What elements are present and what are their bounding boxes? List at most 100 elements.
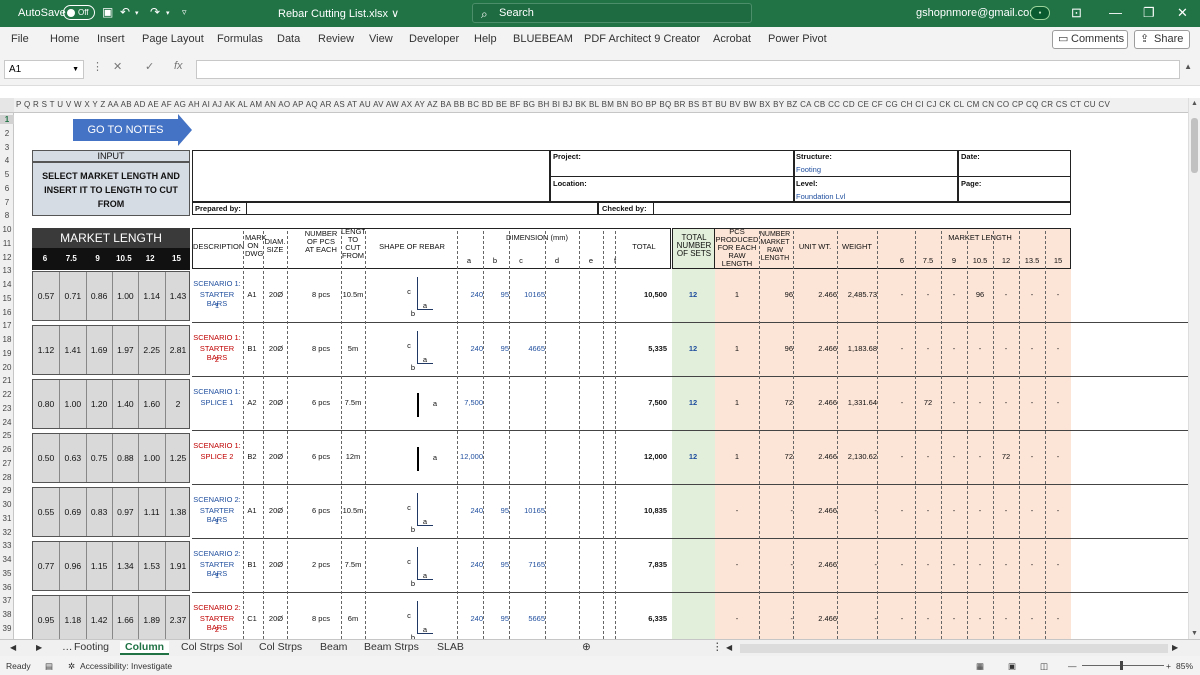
scenario-index[interactable]: 1 [192, 517, 242, 526]
market-length-cell[interactable]: - [993, 398, 1019, 407]
ratio-cell[interactable]: 0.55 [33, 488, 59, 536]
unit-wt-cell[interactable]: 2.466 [793, 344, 837, 353]
tab-help[interactable]: Help [474, 33, 497, 45]
weight-cell[interactable]: - [837, 506, 878, 515]
length-cell[interactable]: 7.5m [341, 398, 365, 407]
ratio-cell[interactable]: 0.63 [59, 434, 85, 482]
formula-input[interactable] [196, 60, 1180, 79]
ratio-cell[interactable]: 1.69 [85, 326, 112, 374]
ratio-cell[interactable]: 1.41 [59, 326, 85, 374]
tab-pdf-architect[interactable]: PDF Architect 9 Creator [584, 33, 700, 45]
enter-icon[interactable]: ✓ [145, 60, 154, 73]
checked-by-field[interactable] [653, 202, 1071, 215]
market-length-cell[interactable]: 72 [915, 398, 941, 407]
row-header[interactable]: 4 [0, 156, 14, 165]
market-length-cell[interactable]: - [993, 344, 1019, 353]
tab-power-pivot[interactable]: Power Pivot [768, 33, 827, 45]
pcs-cell[interactable]: 6 pcs [303, 398, 339, 407]
vertical-scrollbar[interactable]: ▲ ▼ [1188, 98, 1200, 639]
ratio-cell[interactable]: 0.77 [33, 542, 59, 590]
row-header[interactable]: 7 [0, 198, 14, 207]
ratio-cell[interactable]: 1.15 [85, 542, 112, 590]
row-header[interactable]: 21 [0, 376, 14, 385]
raw-cell[interactable]: 72 [759, 398, 793, 407]
produced-cell[interactable]: 1 [715, 344, 759, 353]
column-letters[interactable]: P Q R S T U V W X Y Z AA AB AD AE AF AG … [16, 100, 1110, 109]
unit-wt-cell[interactable]: 2.466 [793, 398, 837, 407]
raw-cell[interactable]: 96 [759, 290, 793, 299]
tab-developer[interactable]: Developer [409, 33, 459, 45]
ratio-cell[interactable]: 1.00 [138, 434, 164, 482]
market-length-cell[interactable]: - [1019, 506, 1045, 515]
shape-label-b[interactable]: b [409, 525, 417, 534]
row-header[interactable]: 6 [0, 184, 14, 193]
prepared-by-field[interactable] [246, 202, 598, 215]
market-length-cell[interactable]: - [941, 290, 967, 299]
unit-wt-cell[interactable]: 2.466 [793, 614, 837, 623]
sheet-tab-beam-strps[interactable]: Beam Strps [364, 641, 419, 653]
shape-label-a[interactable]: a [431, 453, 439, 462]
tab-data[interactable]: Data [277, 33, 300, 45]
shape-label-b[interactable]: b [409, 363, 417, 372]
sheet-tab-column[interactable]: Column [120, 641, 170, 655]
produced-cell[interactable]: 1 [715, 398, 759, 407]
produced-cell[interactable]: - [715, 614, 759, 623]
total-cell[interactable]: 6,335 [617, 614, 667, 623]
shape-label-b[interactable]: b [409, 579, 417, 588]
market-length-option[interactable]: 6 [32, 248, 58, 270]
diam-cell[interactable]: 20Ø [264, 344, 288, 353]
row-header[interactable]: 13 [0, 266, 14, 275]
row-header[interactable]: 28 [0, 473, 14, 482]
diam-cell[interactable]: 20Ø [264, 290, 288, 299]
sets-cell[interactable]: 12 [672, 344, 714, 353]
shape-label-a[interactable]: a [421, 517, 429, 526]
row-header[interactable]: 5 [0, 170, 14, 179]
length-cell[interactable]: 5m [341, 344, 365, 353]
dim-b-cell[interactable]: 95 [485, 344, 509, 353]
market-length-cell[interactable]: - [889, 344, 915, 353]
row-header[interactable]: 32 [0, 528, 14, 537]
dim-c-cell[interactable]: 10165 [511, 290, 545, 299]
market-length-cell[interactable]: - [941, 398, 967, 407]
ratio-cell[interactable]: 1.38 [164, 488, 191, 536]
diam-cell[interactable]: 20Ø [264, 506, 288, 515]
row-header[interactable]: 36 [0, 583, 14, 592]
normal-view-icon[interactable]: ▦ [976, 661, 984, 672]
scenario-index[interactable]: 1 [192, 301, 242, 310]
ratio-cell[interactable]: 0.69 [59, 488, 85, 536]
search-box[interactable]: ⌕ Search [472, 3, 752, 23]
shape-label-c[interactable]: c [405, 503, 413, 512]
market-length-cell[interactable]: - [1019, 290, 1045, 299]
ratio-cell[interactable]: 1.89 [138, 596, 164, 639]
market-length-cell[interactable]: 96 [967, 290, 993, 299]
tab-home[interactable]: Home [50, 33, 79, 45]
ratio-cell[interactable]: 1.91 [164, 542, 191, 590]
dim-a-cell[interactable]: 240 [459, 290, 483, 299]
ratio-cell[interactable]: 0.83 [85, 488, 112, 536]
autosave-toggle[interactable]: Off [63, 5, 95, 20]
scenario-label[interactable]: SCENARIO 1: [192, 441, 242, 450]
total-cell[interactable]: 7,500 [617, 398, 667, 407]
row-header[interactable]: 30 [0, 500, 14, 509]
market-length-option[interactable]: 7.5 [58, 248, 84, 270]
row-header[interactable]: 35 [0, 569, 14, 578]
title-box[interactable] [192, 150, 550, 202]
row-header[interactable]: 22 [0, 390, 14, 399]
mark-cell[interactable]: A2 [244, 398, 260, 407]
diam-cell[interactable]: 20Ø [264, 398, 288, 407]
scroll-down-icon[interactable]: ▼ [1191, 630, 1198, 637]
tab-split-icon[interactable]: ⋮ [712, 641, 723, 653]
ratio-cell[interactable]: 2.37 [164, 596, 191, 639]
zoom-in-icon[interactable]: + [1166, 661, 1171, 671]
unit-wt-cell[interactable]: 2.466 [793, 452, 837, 461]
sets-cell[interactable]: 12 [672, 398, 714, 407]
length-cell[interactable]: 12m [341, 452, 365, 461]
pcs-cell[interactable]: 8 pcs [303, 290, 339, 299]
produced-cell[interactable]: - [715, 560, 759, 569]
diam-cell[interactable]: 20Ø [264, 560, 288, 569]
ratio-cell[interactable]: 0.86 [85, 272, 112, 320]
market-length-cell[interactable]: - [941, 344, 967, 353]
share-button[interactable]: ⇪ Share [1134, 30, 1190, 49]
insert-function-icon[interactable]: fx [174, 60, 183, 72]
ratio-cell[interactable]: 1.14 [138, 272, 164, 320]
